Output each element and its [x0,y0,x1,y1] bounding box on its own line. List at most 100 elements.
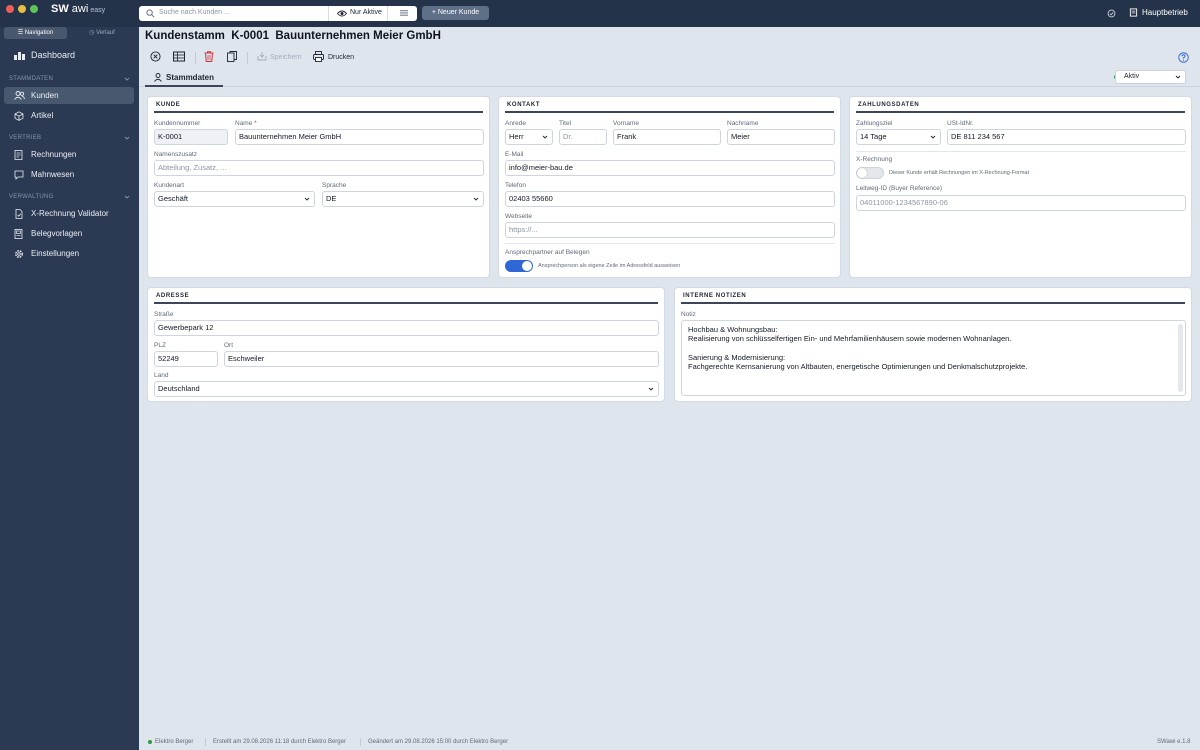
sidebar-item-label: X-Rechnung Validator [31,209,109,218]
status-value: Aktiv [1124,73,1140,80]
tab-stammdaten[interactable]: Stammdaten [145,71,223,87]
label-text: Name [235,120,253,127]
card-title-rule [681,302,1185,304]
xrechnung-toggle[interactable] [856,167,884,179]
card-title: KUNDE [156,102,181,108]
list-view-icon[interactable] [400,10,408,16]
required-marker: * [254,120,257,127]
section-title: VERWALTUNG [9,194,54,200]
email-field[interactable]: info@meier-bau.de [505,160,835,176]
trash-icon[interactable] [204,51,214,62]
message-icon [14,170,24,180]
table-view-icon[interactable] [173,51,185,62]
company-selector[interactable]: Hauptbetrieb [1129,8,1188,17]
window-minimize-button[interactable] [18,5,26,13]
help-icon[interactable] [1178,52,1189,63]
customer-number-title: K-0001 [231,30,269,42]
divider [247,52,248,64]
chevron-down-icon [1175,75,1181,79]
main-content: Kundenstamm K-0001 Bauunternehmen Meier … [139,27,1200,750]
sidebar-item-rechnungen[interactable]: Rechnungen [4,146,134,163]
sidebar-item-mahnwesen[interactable]: Mahnwesen [4,166,134,183]
land-value: Deutschland [158,384,200,393]
sidebar-item-label: Belegvorlagen [31,229,83,238]
ust-field[interactable]: DE 811 234 567 [947,129,1186,145]
card-kunde: KUNDE Kundennummer K-0001 Name * Bauunte… [147,96,490,278]
ansprechpartner-toggle[interactable] [505,260,533,272]
sidebar-item-artikel[interactable]: Artikel [4,107,134,124]
window-close-button[interactable] [6,5,14,13]
status-select[interactable]: Aktiv [1115,70,1186,84]
box-icon [14,111,24,121]
zahlungsziel-select[interactable]: 14 Tage [856,129,941,145]
status-bar: Elektro Berger Erstellt am 29.08.2026 11… [139,735,1200,750]
sprache-value: DE [326,194,337,203]
namenszusatz-field[interactable]: Abteilung, Zusatz, ... [154,160,484,176]
label-nachname: Nachname [727,120,759,127]
land-select[interactable]: Deutschland [154,381,659,397]
divider [360,738,361,746]
search-icon [146,9,155,18]
printer-icon [313,51,324,62]
label-ort: Ort [224,342,234,349]
sprache-select[interactable]: DE [322,191,484,207]
card-kontakt: KONTAKT Anrede Herr Titel Dr. Vorname Fr… [498,96,841,278]
strasse-field[interactable]: Gewerbepark 12 [154,320,659,336]
label-email: E-Mail [505,151,524,158]
active-filter-toggle[interactable]: Nur Aktive [329,6,387,21]
sidebar-segmented-control: ☰ Navigation ◷ Verlauf [4,27,134,39]
bar-chart-icon [14,52,25,60]
search-input[interactable]: Suche nach Kunden ... [159,9,230,16]
close-icon[interactable] [150,51,161,62]
nachname-field[interactable]: Meier [727,129,835,145]
leitweg-field[interactable]: 04011000-1234567890-06 [856,195,1186,211]
footer-changed: Geändert am 29.08.2026 15:00 durch Elekt… [368,739,509,745]
card-title-rule [154,111,483,113]
kundenart-select[interactable]: Geschäft [154,191,315,207]
sync-icon[interactable] [1107,9,1116,18]
toggle-knob [522,261,532,271]
segment-history[interactable]: ◷ Verlauf [70,27,134,39]
window-zoom-button[interactable] [30,5,38,13]
segment-label: Navigation [24,30,54,36]
anrede-select[interactable]: Herr [505,129,553,145]
new-customer-button[interactable]: + Neuer Kunde [422,6,489,20]
card-title-rule [856,111,1185,113]
titel-field[interactable]: Dr. [559,129,607,145]
sidebar-item-dashboard[interactable]: Dashboard [4,47,134,64]
ansprechpartner-note: Ansprechperson als eigene Zeile im Adres… [538,263,681,269]
plz-field[interactable]: 52249 [154,351,218,367]
sidebar-section-vertrieb[interactable]: VERTRIEB [9,135,130,141]
users-icon [14,91,25,100]
vorname-field[interactable]: Frank [613,129,721,145]
sidebar-item-einstellungen[interactable]: Einstellungen [4,245,134,262]
label-plz: PLZ [154,342,166,349]
section-title: VERTRIEB [9,135,42,141]
sidebar-item-validator[interactable]: X-Rechnung Validator [4,205,134,222]
webseite-field[interactable]: https://... [505,222,835,238]
sidebar-item-kunden[interactable]: Kunden [4,87,134,104]
label-sprache: Sprache [322,182,347,189]
telefon-field[interactable]: 02403 55660 [505,191,835,207]
gear-icon [15,250,23,258]
copy-icon[interactable] [227,51,237,62]
sidebar-section-verwaltung[interactable]: VERWALTUNG [9,194,130,200]
footer-version: SWawi e.1.8 [1157,739,1191,745]
print-button[interactable]: Drucken [328,54,354,61]
label-namenszusatz: Namenszusatz [154,151,197,158]
ort-field[interactable]: Eschweiler [224,351,659,367]
divider [387,6,388,21]
notiz-textarea[interactable]: Hochbau & Wohnungsbau: Realisierung von … [681,320,1186,396]
name-field[interactable]: Bauunternehmen Meier GmbH [235,129,484,145]
title-bar: SW awi easy Suche nach Kunden ... Nur Akt… [0,0,1200,27]
save-button[interactable]: Speichern [270,54,302,61]
sidebar: ☰ Navigation ◷ Verlauf Dashboard STAMMDA… [0,27,139,750]
chevron-down-icon [124,136,130,140]
label-strasse: Straße [154,311,174,318]
card-title: INTERNE NOTIZEN [683,293,747,299]
sidebar-section-stammdaten[interactable]: STAMMDATEN [9,76,130,82]
sidebar-item-belegvorlagen[interactable]: Belegvorlagen [4,225,134,242]
segment-navigation[interactable]: ☰ Navigation [4,27,67,39]
xrechnung-note: Dieser Kunde erhält Rechnungen im X-Rech… [889,170,1030,176]
notiz-scrollbar[interactable] [1178,324,1183,392]
